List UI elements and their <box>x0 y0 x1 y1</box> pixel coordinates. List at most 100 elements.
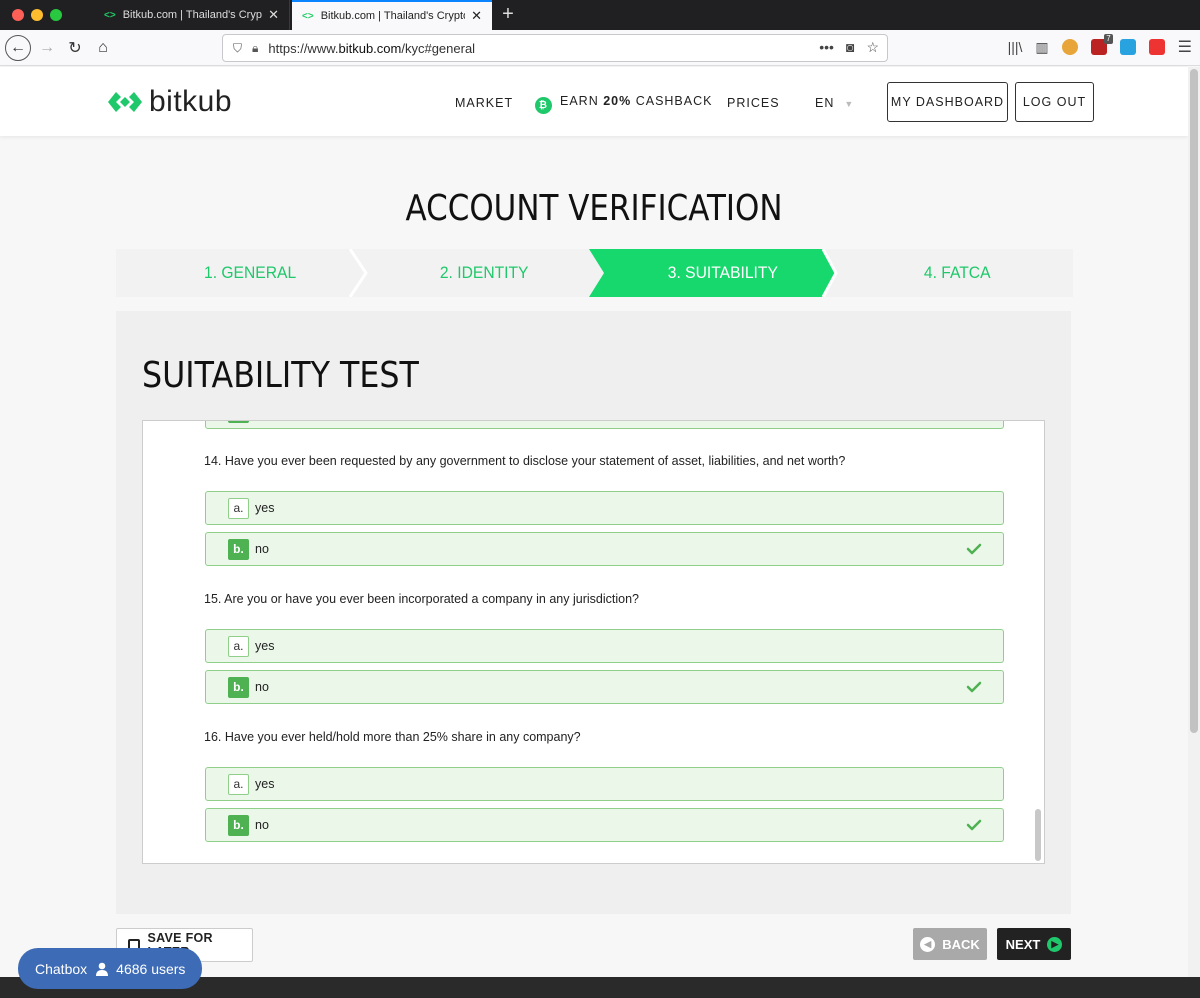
option-q16-yes[interactable]: a. yes <box>205 767 1004 801</box>
back-label: BACK <box>942 936 980 952</box>
question-box-scrollbar-thumb[interactable] <box>1035 809 1041 861</box>
step-general[interactable]: 1. GENERAL <box>204 263 296 283</box>
option-partial[interactable] <box>205 421 1004 429</box>
chatbox-users: 4686 users <box>116 960 186 977</box>
question-15: 15. Are you or have you ever been incorp… <box>204 592 639 606</box>
section-title: SUITABILITY TEST <box>142 355 419 396</box>
step-fatca[interactable]: 4. FATCA <box>924 263 991 283</box>
earn-prefix: EARN <box>560 94 604 108</box>
more-icon[interactable]: ••• <box>819 39 834 56</box>
next-button[interactable]: NEXT ▶ <box>997 928 1071 960</box>
checkmark-icon <box>966 543 982 555</box>
bitkub-logo[interactable]: bitkub <box>107 85 232 119</box>
nav-market[interactable]: MARKET <box>455 96 513 110</box>
url-host: bitkub.com <box>338 40 402 56</box>
url-text[interactable]: https://www.bitkub.com/kyc#general <box>268 41 475 56</box>
log-out-button[interactable]: LOG OUT <box>1015 82 1094 122</box>
earn-suffix: CASHBACK <box>631 94 713 108</box>
tab-close-icon[interactable]: ✕ <box>471 8 482 24</box>
ublock-icon[interactable]: 7 <box>1090 34 1113 55</box>
language-select[interactable]: EN ▼ <box>815 96 854 110</box>
step-identity[interactable]: 2. IDENTITY <box>440 263 529 283</box>
option-q15-yes[interactable]: a. yes <box>205 629 1004 663</box>
url-path: /kyc#general <box>401 40 476 56</box>
toolbar-extensions: |||\ ▥ 7 ☰ <box>1008 34 1192 57</box>
site-header: bitkub MARKET ₿ EARN 20% CASHBACK PRICES … <box>0 67 1188 136</box>
nav-prices[interactable]: PRICES <box>727 96 780 110</box>
container-extension-icon[interactable] <box>1148 39 1165 55</box>
user-icon <box>96 962 109 976</box>
chatbox-button[interactable]: Chatbox 4686 users <box>18 948 202 989</box>
browser-tab[interactable]: <> Bitkub.com | Thailand's Cryptocurrenc… <box>94 0 290 30</box>
extension-icon[interactable] <box>1061 39 1078 55</box>
chevron-down-icon: ▼ <box>844 99 855 109</box>
checkmark-icon <box>966 681 982 693</box>
window-zoom-button[interactable] <box>50 9 62 21</box>
language-value: EN <box>815 96 835 110</box>
window-close-button[interactable] <box>12 9 24 21</box>
browser-toolbar: ← → ↻ ⌂ ⛉ 🔒︎ https://www.bitkub.com/kyc#… <box>0 30 1200 66</box>
url-actions: ••• ◙ ☆ <box>819 39 879 56</box>
checkmark-icon <box>966 819 982 831</box>
sidebar-icon[interactable]: ▥ <box>1035 39 1048 56</box>
new-tab-icon[interactable]: + <box>498 3 518 26</box>
bitkub-favicon-icon: <> <box>104 9 116 21</box>
option-text: no <box>255 680 269 694</box>
option-letter: a. <box>228 774 249 795</box>
question-16: 16. Have you ever held/hold more than 25… <box>204 730 581 744</box>
option-letter: b. <box>228 815 249 836</box>
url-bar[interactable]: ⛉ 🔒︎ https://www.bitkub.com/kyc#general … <box>222 34 888 62</box>
home-icon[interactable]: ⌂ <box>90 35 116 61</box>
bitkub-favicon-icon: <> <box>302 10 314 22</box>
option-letter: b. <box>228 677 249 698</box>
step-suitability[interactable]: 3. SUITABILITY <box>668 263 778 283</box>
page-title: ACCOUNT VERIFICATION <box>405 188 783 229</box>
bitkub-logo-icon <box>108 92 142 112</box>
option-text: yes <box>255 777 275 791</box>
forward-arrow-icon[interactable]: → <box>34 35 60 61</box>
chevron-left-icon: ◀ <box>920 936 936 952</box>
ghost-extension-icon[interactable] <box>1119 39 1136 55</box>
suitability-panel: SUITABILITY TEST 14. Have you ever been … <box>116 311 1071 914</box>
shield-icon[interactable]: ⛉ <box>233 41 242 56</box>
kyc-stepper: 1. GENERAL 2. IDENTITY 3. SUITABILITY 4.… <box>116 249 1073 297</box>
option-text: no <box>255 818 269 832</box>
tab-title: Bitkub.com | Thailand's Cryptocurrency E… <box>122 9 262 21</box>
hamburger-menu-icon[interactable]: ☰ <box>1178 37 1192 57</box>
option-q15-no[interactable]: b. no <box>205 670 1004 704</box>
back-arrow-icon[interactable]: ← <box>5 35 31 61</box>
chatbox-label: Chatbox <box>35 960 88 977</box>
option-text: yes <box>255 501 275 515</box>
back-button[interactable]: ◀ BACK <box>913 928 987 960</box>
browser-tab-active[interactable]: <> Bitkub.com | Thailand's Cryptocurrenc… <box>292 0 492 30</box>
option-q14-no[interactable]: b. no <box>205 532 1004 566</box>
reload-icon[interactable]: ↻ <box>62 35 88 61</box>
option-text: no <box>255 542 269 556</box>
option-text: yes <box>255 639 275 653</box>
tab-title: Bitkub.com | Thailand's Cryptocurrency E… <box>320 10 465 22</box>
chevron-right-icon: ▶ <box>1047 936 1063 952</box>
lock-icon[interactable]: 🔒︎ <box>252 41 258 56</box>
nav-earn-cashback[interactable]: ₿ EARN 20% CASHBACK <box>535 94 712 114</box>
option-letter: a. <box>228 498 249 519</box>
library-icon[interactable]: |||\ <box>1008 39 1023 55</box>
extension-badge: 7 <box>1104 34 1113 44</box>
option-q14-yes[interactable]: a. yes <box>205 491 1004 525</box>
option-letter <box>228 421 249 423</box>
option-q16-no[interactable]: b. no <box>205 808 1004 842</box>
url-scheme: https://www. <box>268 40 339 56</box>
page-scrollbar[interactable] <box>1188 67 1200 977</box>
browser-tab-bar: <> Bitkub.com | Thailand's Cryptocurrenc… <box>0 0 1200 30</box>
option-letter: b. <box>228 539 249 560</box>
option-letter: a. <box>228 636 249 657</box>
question-14: 14. Have you ever been requested by any … <box>204 454 846 468</box>
pocket-icon[interactable]: ◙ <box>846 39 854 56</box>
tab-close-icon[interactable]: ✕ <box>268 7 279 23</box>
bookmark-star-icon[interactable]: ☆ <box>866 39 879 56</box>
earn-percent: 20% <box>603 94 632 108</box>
window-minimize-button[interactable] <box>31 9 43 21</box>
my-dashboard-button[interactable]: MY DASHBOARD <box>887 82 1008 122</box>
page-scrollbar-thumb[interactable] <box>1190 69 1198 733</box>
coin-icon: ₿ <box>535 97 552 114</box>
question-scroll-box[interactable]: 14. Have you ever been requested by any … <box>142 420 1045 864</box>
